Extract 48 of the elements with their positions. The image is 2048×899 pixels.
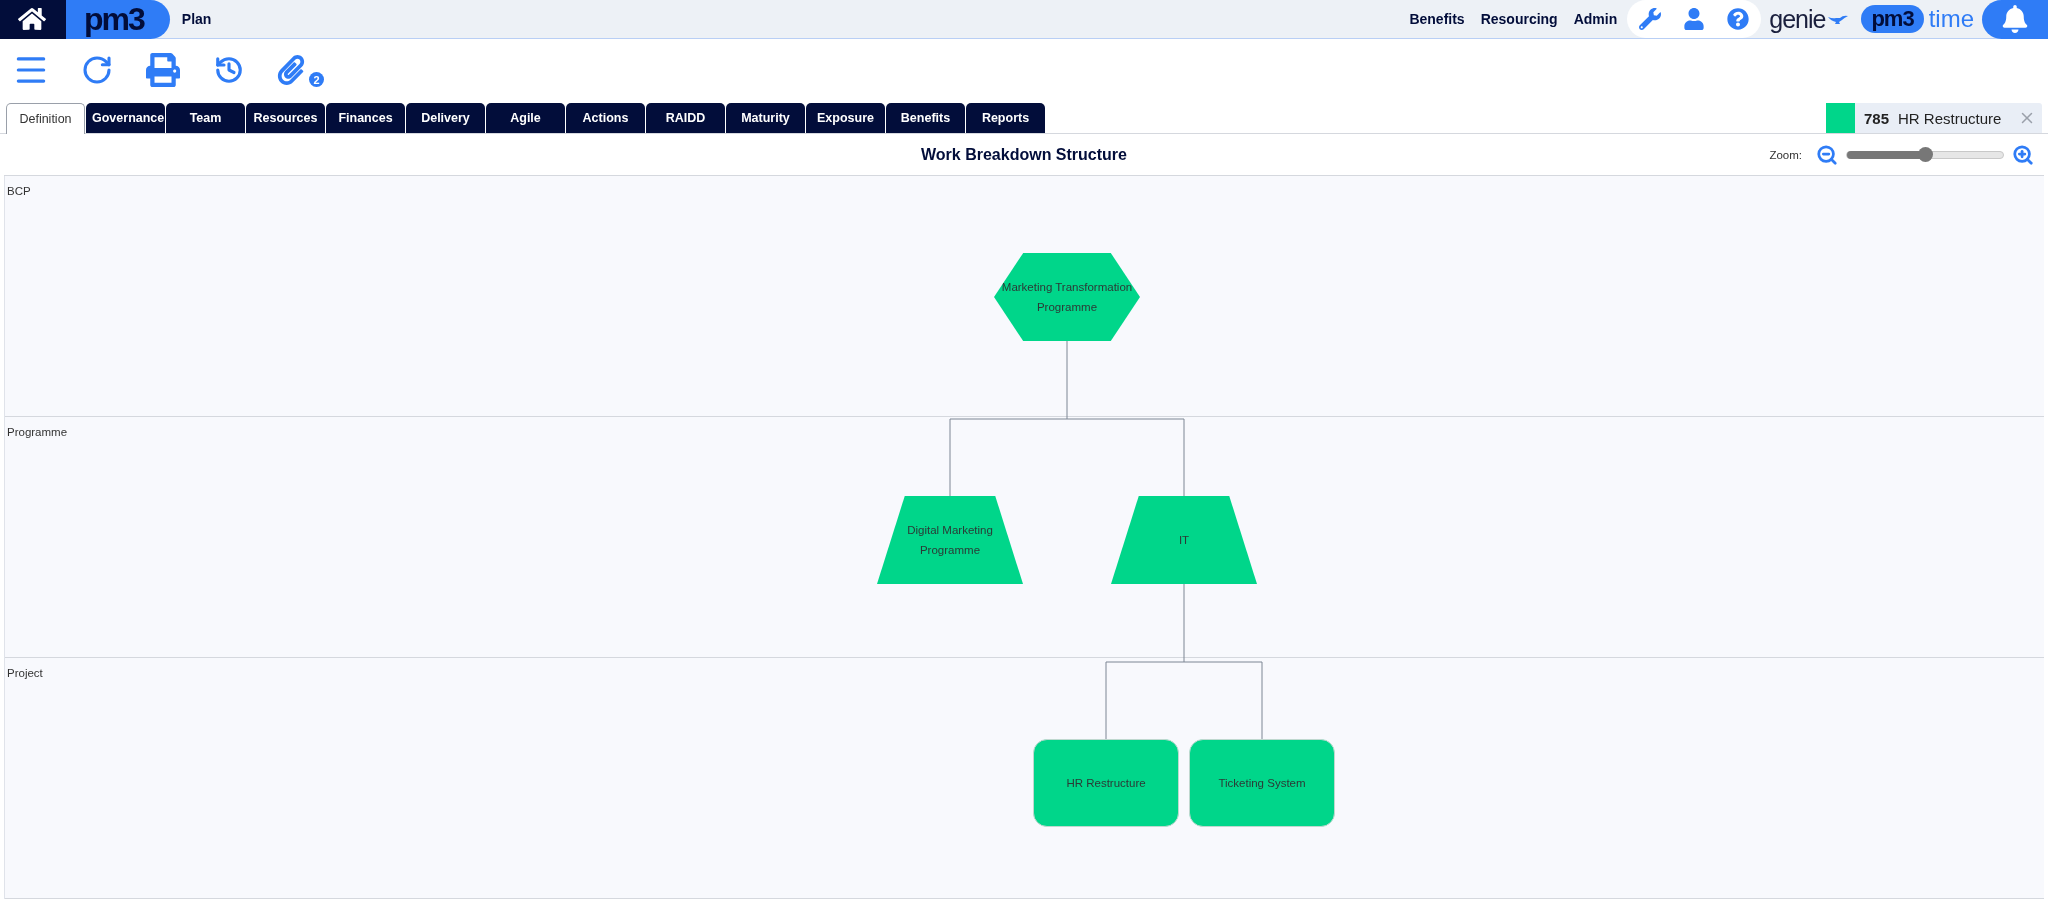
zoom-out-button[interactable] bbox=[1816, 143, 1838, 166]
lane-label: BCP bbox=[7, 185, 31, 197]
tab[interactable]: Definition bbox=[6, 103, 85, 134]
tab[interactable]: Delivery bbox=[406, 103, 485, 133]
print-button[interactable] bbox=[144, 51, 182, 89]
zoom-in-button[interactable] bbox=[2012, 143, 2034, 166]
wbs-node[interactable]: Digital Marketing Programme bbox=[877, 496, 1023, 584]
tab[interactable]: Reports bbox=[966, 103, 1045, 133]
wbs-node[interactable]: Marketing Transformation Programme bbox=[994, 253, 1140, 341]
tab[interactable]: Agile bbox=[486, 103, 565, 133]
notifications-button[interactable] bbox=[1982, 0, 2048, 39]
help-icon[interactable] bbox=[1727, 8, 1750, 30]
settings-icon[interactable] bbox=[1639, 8, 1662, 30]
tab[interactable]: Resources bbox=[246, 103, 325, 133]
lamp-icon bbox=[1827, 13, 1850, 25]
tab[interactable]: Benefits bbox=[886, 103, 965, 133]
project-number: 785 bbox=[1864, 109, 1890, 127]
tab[interactable]: Maturity bbox=[726, 103, 805, 133]
panel-title: Work Breakdown Structure bbox=[921, 145, 1127, 164]
wbs-node[interactable]: Ticketing System bbox=[1189, 739, 1335, 827]
home-icon bbox=[18, 5, 46, 33]
bell-icon bbox=[2001, 5, 2029, 33]
tab[interactable]: Team bbox=[166, 103, 245, 133]
project-chip[interactable]: 785 HR Restructure bbox=[1826, 103, 2042, 133]
tab[interactable]: Actions bbox=[566, 103, 645, 133]
nav-link[interactable]: Benefits bbox=[1409, 11, 1465, 27]
tab[interactable]: Exposure bbox=[806, 103, 885, 133]
project-name: HR Restructure bbox=[1898, 109, 2002, 127]
tab[interactable]: Governance bbox=[86, 103, 165, 133]
page-title: Plan bbox=[181, 11, 212, 27]
genie-logo[interactable]: genie bbox=[1769, 4, 1826, 34]
count-badge: 2 bbox=[309, 72, 324, 87]
user-icon[interactable] bbox=[1683, 8, 1706, 30]
lane-label: Programme bbox=[7, 426, 68, 438]
tab[interactable]: RAIDD bbox=[646, 103, 725, 133]
time-logo-mark[interactable]: pm3 bbox=[1861, 5, 1924, 33]
app-logo[interactable]: pm3 bbox=[66, 0, 170, 39]
slider-thumb[interactable] bbox=[1918, 146, 1933, 162]
zoom-label: Zoom: bbox=[1769, 148, 1802, 161]
wbs-node[interactable]: HR Restructure bbox=[1033, 739, 1179, 827]
home-button[interactable] bbox=[0, 0, 66, 39]
nav-link[interactable]: Resourcing bbox=[1480, 11, 1558, 27]
attachments-button[interactable]: 2 bbox=[276, 51, 326, 89]
tab[interactable]: Finances bbox=[326, 103, 405, 133]
lane-label: Project bbox=[7, 667, 43, 679]
wbs-node[interactable]: IT bbox=[1111, 496, 1257, 584]
nav-link[interactable]: Admin bbox=[1573, 11, 1618, 27]
zoom-slider[interactable] bbox=[1846, 150, 2004, 159]
